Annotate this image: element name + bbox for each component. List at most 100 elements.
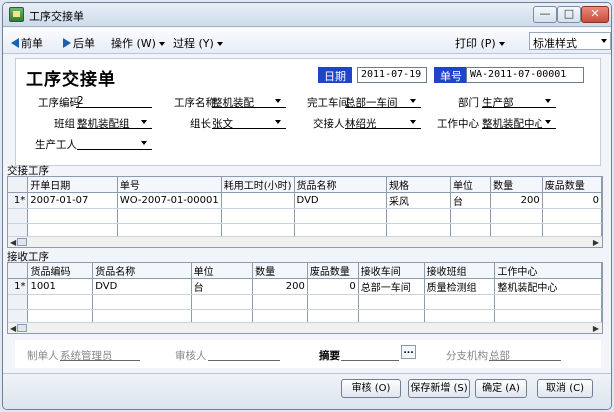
column-header[interactable]: 数量 bbox=[490, 177, 543, 193]
process-name-value: 整机装配 bbox=[212, 97, 254, 109]
column-header[interactable]: 接收班组 bbox=[424, 263, 496, 279]
column-header[interactable]: 货品名称 bbox=[92, 263, 192, 279]
summary-field[interactable] bbox=[341, 347, 399, 361]
cancel-button[interactable]: 取消 (C) bbox=[537, 379, 593, 398]
date-field[interactable]: 2011-07-19 bbox=[357, 67, 427, 83]
print-style-select[interactable]: 标准样式 bbox=[529, 32, 611, 50]
column-header[interactable]: 开单日期 bbox=[27, 177, 118, 193]
team-select[interactable]: 整机装配组 bbox=[77, 115, 152, 130]
column-header[interactable]: 耗用工时(小时) bbox=[221, 177, 295, 193]
cell-qty[interactable]: 200 bbox=[490, 192, 543, 209]
chevron-down-icon bbox=[138, 137, 150, 149]
scroll-left-icon[interactable]: ◀ bbox=[10, 238, 16, 247]
scroll-left-icon[interactable]: ◀ bbox=[10, 324, 16, 333]
row-header-corner bbox=[8, 263, 29, 279]
receive-grid: 货品编码 货品名称 单位 数量 废品数量 接收车间 接收班组 工作中心 1* 1… bbox=[7, 262, 603, 334]
maker-label: 制单人 bbox=[27, 350, 59, 362]
process-code-field[interactable]: 2 bbox=[76, 94, 152, 108]
scroll-right-icon[interactable]: ▶ bbox=[593, 238, 599, 247]
column-header[interactable]: 废品数量 bbox=[307, 263, 359, 279]
table-row[interactable]: 1* 2007-01-07 WO-2007-01-00001 DVD 采风 台 … bbox=[8, 192, 603, 209]
cell-scrap[interactable]: 0 bbox=[307, 278, 359, 295]
arrow-left-icon bbox=[11, 38, 19, 48]
cell-date[interactable]: 2007-01-07 bbox=[27, 192, 118, 209]
chevron-down-icon bbox=[272, 95, 284, 107]
process-name-select[interactable]: 整机装配 bbox=[212, 94, 286, 109]
cell-spec[interactable]: 采风 bbox=[386, 192, 451, 209]
app-icon bbox=[9, 7, 24, 22]
scroll-thumb[interactable] bbox=[17, 238, 27, 246]
horizontal-scrollbar[interactable]: ◀ ▶ bbox=[8, 322, 602, 333]
operation-menu[interactable]: 操作 (W) bbox=[111, 35, 165, 51]
handover-person-value: 林绍光 bbox=[345, 118, 377, 130]
row-header-corner bbox=[8, 177, 29, 193]
minimize-button[interactable]: — bbox=[533, 6, 557, 23]
app-window: 工序交接单 — □ ✕ 前单 后单 操作 (W) 过程 (Y) 打印 (P) 标… bbox=[2, 2, 612, 410]
prev-button[interactable]: 前单 bbox=[11, 35, 43, 51]
cell-hours[interactable] bbox=[221, 192, 295, 209]
maker-field[interactable]: 系统管理员 bbox=[60, 347, 140, 362]
next-button[interactable]: 后单 bbox=[63, 35, 95, 51]
handover-person-select[interactable]: 林绍光 bbox=[345, 115, 421, 130]
branch-value: 总部 bbox=[489, 350, 510, 362]
cell-workshop[interactable]: 总部一车间 bbox=[358, 278, 425, 295]
review-button[interactable]: 审核 (O) bbox=[341, 379, 401, 398]
column-header[interactable]: 工作中心 bbox=[494, 263, 602, 279]
column-header[interactable]: 规格 bbox=[386, 177, 451, 193]
department-select[interactable]: 生产部 bbox=[482, 94, 556, 109]
column-header[interactable]: 接收车间 bbox=[358, 263, 425, 279]
table-row[interactable] bbox=[8, 208, 603, 224]
row-number: 1* bbox=[8, 192, 29, 209]
maximize-button[interactable]: □ bbox=[557, 6, 581, 23]
window-title: 工序交接单 bbox=[29, 10, 84, 23]
cell-unit[interactable]: 台 bbox=[191, 278, 254, 295]
chevron-down-icon bbox=[542, 95, 554, 107]
close-button[interactable]: ✕ bbox=[581, 6, 609, 23]
column-header[interactable]: 货品编码 bbox=[27, 263, 94, 279]
page-title: 工序交接单 bbox=[26, 70, 116, 90]
worker-select[interactable] bbox=[77, 136, 152, 150]
title-bar: 工序交接单 — □ ✕ bbox=[3, 3, 611, 27]
cell-qty[interactable]: 200 bbox=[252, 278, 308, 295]
column-header[interactable]: 单位 bbox=[191, 263, 254, 279]
save-new-button[interactable]: 保存新增 (S) bbox=[408, 379, 470, 398]
cell-goods[interactable]: DVD bbox=[294, 192, 388, 209]
column-header[interactable]: 废品数量 bbox=[542, 177, 603, 193]
work-center-select[interactable]: 整机装配中心 bbox=[482, 115, 556, 130]
cell-goods[interactable]: DVD bbox=[92, 278, 192, 295]
table-row[interactable]: 1* 1001 DVD 台 200 0 总部一车间 质量检测组 整机装配中心 bbox=[8, 278, 602, 295]
leader-select[interactable]: 张文 bbox=[212, 115, 286, 130]
done-workshop-select[interactable]: 总部一车间 bbox=[345, 94, 421, 109]
column-header[interactable]: 单号 bbox=[117, 177, 222, 193]
reviewer-field[interactable] bbox=[208, 347, 280, 361]
order-no-label: 单号 bbox=[434, 67, 468, 83]
cell-center[interactable]: 整机装配中心 bbox=[494, 278, 602, 295]
column-header[interactable]: 货品名称 bbox=[294, 177, 388, 193]
ok-button[interactable]: 确定 (A) bbox=[475, 379, 527, 398]
chevron-down-icon bbox=[407, 116, 419, 128]
branch-field[interactable]: 总部 bbox=[489, 347, 561, 362]
order-no-field[interactable]: WA-2011-07-00001 bbox=[466, 67, 584, 83]
scroll-right-icon[interactable]: ▶ bbox=[593, 324, 599, 333]
chevron-down-icon bbox=[542, 116, 554, 128]
maker-value: 系统管理员 bbox=[60, 350, 113, 362]
table-header-row: 开单日期 单号 耗用工时(小时) 货品名称 规格 单位 数量 废品数量 bbox=[8, 177, 603, 193]
cell-unit[interactable]: 台 bbox=[450, 192, 492, 209]
leader-value: 张文 bbox=[212, 118, 233, 130]
horizontal-scrollbar[interactable]: ◀ ▶ bbox=[8, 236, 602, 247]
cell-team[interactable]: 质量检测组 bbox=[424, 278, 496, 295]
operation-label: 操作 (W) bbox=[111, 37, 156, 50]
column-header[interactable]: 数量 bbox=[252, 263, 308, 279]
process-menu[interactable]: 过程 (Y) bbox=[173, 35, 223, 51]
chevron-down-icon bbox=[272, 116, 284, 128]
cell-scrap[interactable]: 0 bbox=[542, 192, 603, 209]
toolbar: 前单 后单 操作 (W) 过程 (Y) 打印 (P) 标准样式 bbox=[3, 28, 611, 54]
table-row[interactable] bbox=[8, 294, 602, 310]
cell-order-no[interactable]: WO-2007-01-00001 bbox=[117, 192, 222, 209]
scroll-thumb[interactable] bbox=[17, 324, 27, 332]
summary-browse-button[interactable]: ... bbox=[401, 345, 416, 359]
cell-code[interactable]: 1001 bbox=[27, 278, 94, 295]
column-header[interactable]: 单位 bbox=[450, 177, 492, 193]
print-menu[interactable]: 打印 (P) bbox=[455, 35, 505, 51]
done-workshop-value: 总部一车间 bbox=[345, 97, 398, 109]
